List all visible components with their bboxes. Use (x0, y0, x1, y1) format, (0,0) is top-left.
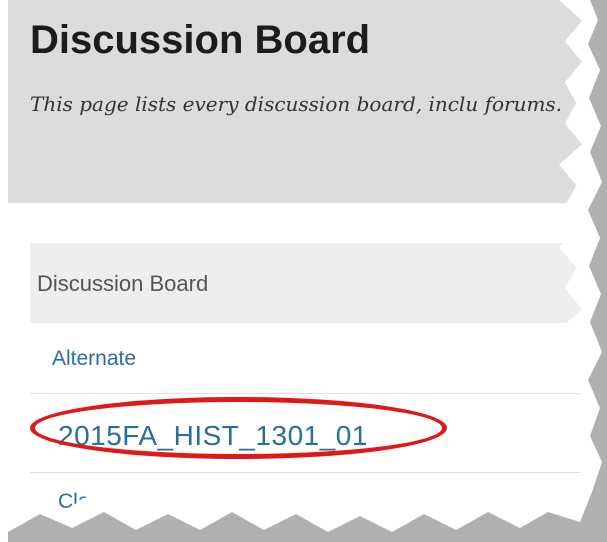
course-discussion-link[interactable]: 2015FA_HIST_1301_01 (58, 420, 368, 452)
list-header-label: Discussion Board (37, 271, 209, 296)
page-description: This page lists every discussion board, … (30, 92, 563, 116)
content-paper: Discussion Board This page lists every d… (8, 0, 582, 515)
list-item: Clas (30, 472, 582, 515)
list-item: 2015FA_HIST_1301_01 (30, 394, 582, 473)
alternate-link[interactable]: Alternate (52, 347, 136, 371)
discussion-list-header: Discussion Board (30, 243, 582, 323)
page-header: Discussion Board This page lists every d… (8, 0, 582, 203)
list-item: Alternate (30, 323, 582, 394)
class-link[interactable]: Clas (58, 490, 100, 514)
screenshot-canvas: Discussion Board This page lists every d… (0, 0, 607, 542)
page-title: Discussion Board (30, 18, 371, 62)
